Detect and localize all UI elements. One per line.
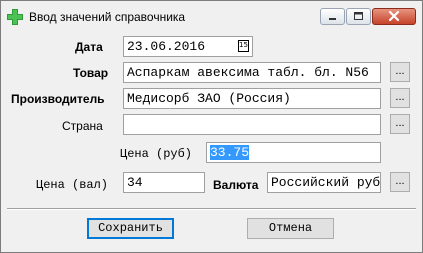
date-field[interactable]: 23.06.2016 15 bbox=[123, 36, 253, 57]
maximize-button[interactable] bbox=[346, 8, 371, 25]
green-cross-icon bbox=[7, 9, 23, 25]
price-cur-field[interactable]: 34 bbox=[123, 172, 205, 193]
date-value: 23.06.2016 bbox=[127, 39, 206, 54]
date-label: Дата bbox=[75, 40, 103, 54]
price-rub-value: 33.75 bbox=[210, 145, 250, 160]
currency-field[interactable]: Российский рубль bbox=[267, 172, 381, 193]
currency-label: Валюта bbox=[213, 178, 259, 192]
minimize-icon bbox=[329, 18, 336, 20]
manufacturer-field[interactable]: Медисорб ЗАО (Россия) bbox=[123, 88, 381, 109]
manufacturer-label: Производитель bbox=[11, 92, 105, 106]
product-browse-button[interactable]: ... bbox=[390, 62, 410, 82]
product-label: Товар bbox=[73, 66, 109, 80]
close-button[interactable] bbox=[372, 8, 416, 25]
country-field[interactable] bbox=[123, 114, 381, 135]
price-cur-label: Цена (вал) bbox=[36, 178, 109, 192]
maximize-icon bbox=[354, 12, 363, 20]
product-field[interactable]: Аспаркам авексима табл. бл. N56 bbox=[123, 62, 381, 83]
calendar-icon[interactable]: 15 bbox=[238, 40, 249, 52]
dialog-body: Дата 23.06.2016 15 Товар Аспаркам авекси… bbox=[7, 31, 416, 247]
divider bbox=[7, 208, 416, 210]
price-rub-field[interactable]: 33.75 bbox=[206, 142, 381, 163]
cancel-button[interactable]: Отмена bbox=[247, 218, 334, 239]
minimize-button[interactable] bbox=[320, 8, 345, 25]
currency-browse-button[interactable]: ... bbox=[390, 172, 410, 192]
title-bar: Ввод значений справочника bbox=[1, 1, 422, 31]
manufacturer-browse-button[interactable]: ... bbox=[390, 88, 410, 108]
dialog-window: Ввод значений справочника Дата 23.06.201… bbox=[0, 0, 423, 253]
price-rub-label: Цена (руб) bbox=[120, 147, 193, 161]
save-button[interactable]: Сохранить bbox=[87, 218, 174, 239]
window-title: Ввод значений справочника bbox=[29, 10, 186, 24]
close-icon bbox=[388, 10, 400, 22]
country-label: Страна bbox=[62, 119, 103, 133]
country-browse-button[interactable]: ... bbox=[390, 114, 410, 134]
